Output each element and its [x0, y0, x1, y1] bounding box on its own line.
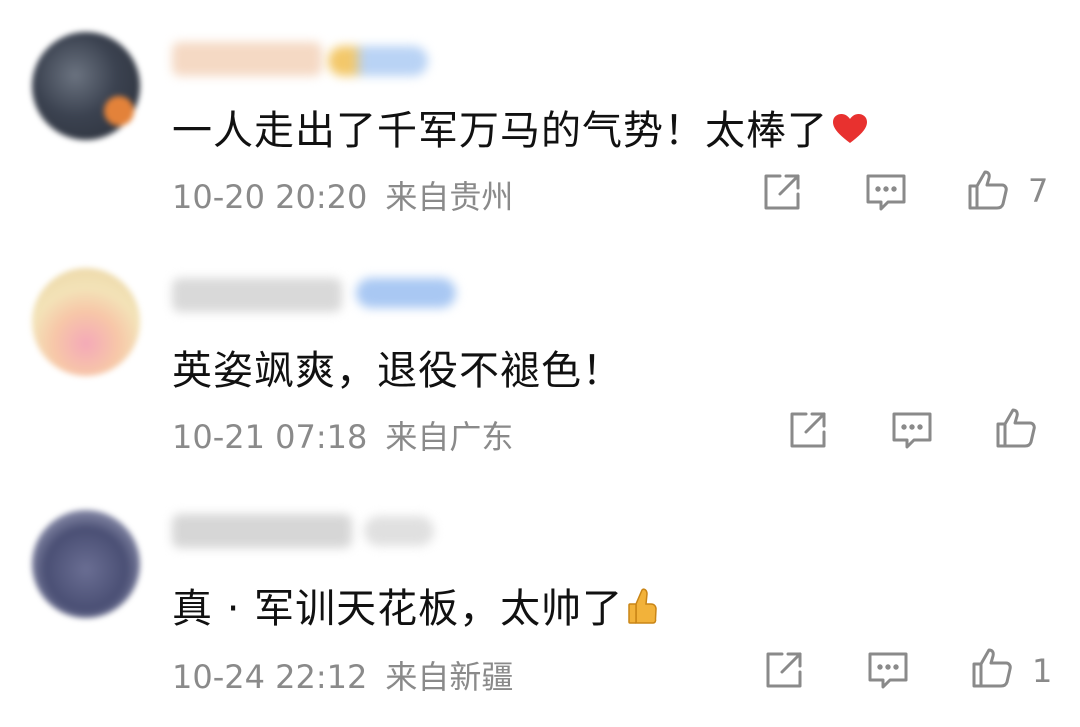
- comment-item: 真 · 军训天花板，太帅了 10-24 22:12 来自新疆 1: [0, 484, 1080, 726]
- username-blurred[interactable]: [172, 278, 342, 312]
- comment-item: 英姿飒爽，退役不褪色！ 10-21 07:18 来自广东: [0, 242, 1080, 484]
- comment-meta: 10-24 22:12 来自新疆: [172, 652, 513, 698]
- comment-text: 英姿飒爽，退役不褪色！: [172, 338, 623, 396]
- comment-text: 真 · 军训天花板，太帅了: [172, 576, 657, 634]
- comment-meta: 10-20 20:20 来自贵州: [172, 172, 513, 218]
- heart-emoji-icon: [833, 114, 867, 143]
- comment-text: 一人走出了千军万马的气势！太棒了: [172, 98, 868, 156]
- avatar[interactable]: [32, 510, 140, 618]
- avatar[interactable]: [32, 268, 140, 376]
- comment-meta: 10-21 07:18 来自广东: [172, 412, 513, 458]
- comment-body: 英姿飒爽，退役不褪色！: [172, 348, 623, 394]
- avatar-badge-icon: [104, 96, 134, 126]
- comment-icon[interactable]: [890, 408, 934, 452]
- like-icon[interactable]: [970, 646, 1014, 690]
- like-icon[interactable]: [966, 168, 1010, 212]
- share-icon[interactable]: [762, 648, 806, 692]
- comment-location: 来自新疆: [385, 658, 514, 696]
- comment-location: 来自广东: [385, 418, 514, 456]
- username-blurred[interactable]: [172, 514, 352, 548]
- comment-body: 真 · 军训天花板，太帅了: [172, 586, 624, 632]
- vip-badge-blurred: [328, 46, 428, 76]
- comment-body: 一人走出了千军万马的气势！太棒了: [172, 108, 828, 154]
- comment-icon[interactable]: [866, 648, 910, 692]
- comment-time: 10-20 20:20: [172, 178, 368, 216]
- comment-time: 10-21 07:18: [172, 418, 368, 456]
- avatar[interactable]: [32, 32, 140, 140]
- comment-location: 来自贵州: [385, 178, 514, 216]
- vip-badge-blurred: [364, 516, 434, 546]
- like-count: 1: [1032, 652, 1053, 690]
- like-icon[interactable]: [994, 406, 1038, 450]
- comment-icon[interactable]: [864, 170, 908, 214]
- share-icon[interactable]: [760, 170, 804, 214]
- thumbs-up-emoji-icon: [628, 588, 657, 624]
- vip-badge-blurred: [356, 278, 456, 308]
- comment-time: 10-24 22:12: [172, 658, 368, 696]
- comment-item: 一人走出了千军万马的气势！太棒了 10-20 20:20 来自贵州 7: [0, 0, 1080, 242]
- like-count: 7: [1028, 172, 1049, 210]
- username-blurred[interactable]: [172, 42, 322, 76]
- share-icon[interactable]: [786, 408, 830, 452]
